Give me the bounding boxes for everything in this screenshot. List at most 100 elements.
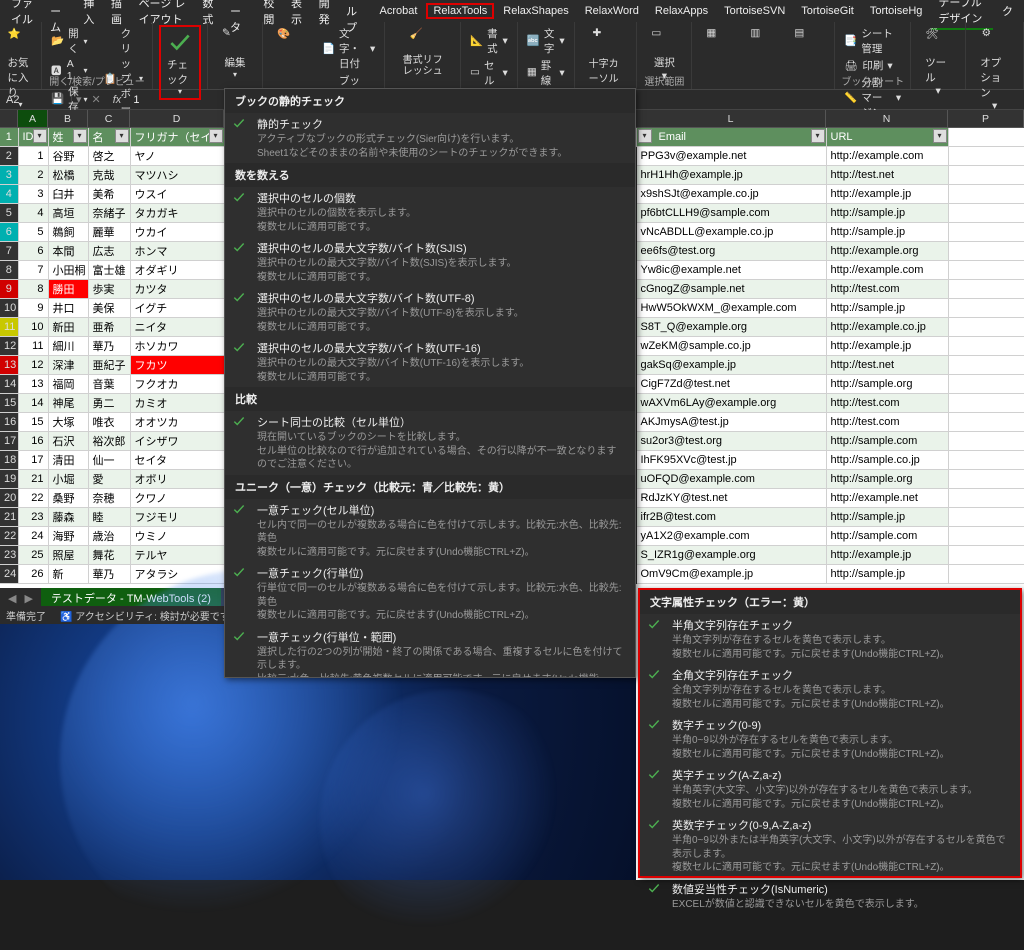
cell[interactable]: 9 [18, 299, 48, 318]
col-D[interactable]: D [130, 110, 224, 127]
cell[interactable]: http://test.com [826, 280, 948, 299]
menu-item[interactable]: ク [995, 1, 1020, 21]
menu-item[interactable]: RelaxApps [648, 3, 715, 19]
grid2-button[interactable]: ▥ [742, 25, 784, 57]
menu-item-uniq-row[interactable]: 一意チェック(行単位)行単位で同一のセルが複数ある場合に色を付けて示します。比較… [225, 562, 635, 626]
menu-item-cell-count[interactable]: 選択中のセルの個数選択中のセルの個数を表示します。複数セルに適用可能です。 [225, 187, 635, 237]
cell[interactable]: ホンマ [130, 242, 224, 261]
cell[interactable]: 仙一 [88, 451, 130, 470]
cell[interactable]: タカガキ [130, 204, 224, 223]
cell[interactable] [948, 432, 1024, 451]
cell[interactable] [948, 565, 1024, 584]
cell[interactable]: 井口 [48, 299, 88, 318]
cell[interactable]: su2or3@test.org [636, 432, 826, 451]
cell[interactable]: OmV9Cm@example.jp [636, 565, 826, 584]
cell[interactable]: http://example.jp [826, 546, 948, 565]
text-date-button[interactable]: 📄文字・日付▾ [319, 25, 378, 72]
cell[interactable]: 新田 [48, 318, 88, 337]
cell[interactable]: カミオ [130, 394, 224, 413]
ribbon-format-refresh[interactable]: 🧹書式リフレッシュ [385, 22, 461, 89]
menu-item-sheet-compare[interactable]: シート同士の比較（セル単位）現在開いているブックのシートを比較します。セル単位の… [225, 411, 635, 475]
hdr-furigana[interactable]: フリガナ（セイ）▾ [130, 128, 224, 147]
cell[interactable]: 広志 [88, 242, 130, 261]
hdr-mei[interactable]: 名▾ [88, 128, 130, 147]
menu-item[interactable]: TortoiseGit [794, 3, 861, 19]
filter-icon[interactable]: ▾ [638, 129, 652, 143]
cell[interactable]: 奈緒子 [88, 204, 130, 223]
text-button[interactable]: 🔤文字▾ [524, 25, 568, 57]
cell[interactable]: 華乃 [88, 565, 130, 584]
menu-item-maxchar-utf16[interactable]: 選択中のセルの最大文字数/バイト数(UTF-16)選択中のセルの最大文字数/バイ… [225, 337, 635, 387]
cell[interactable]: 歳治 [88, 527, 130, 546]
menu-item-static-check[interactable]: 静的チェックアクティブなブックの形式チェック(Sier向け)を行います。Shee… [225, 113, 635, 163]
cell[interactable]: 11 [18, 337, 48, 356]
cell[interactable]: 舞花 [88, 546, 130, 565]
cell[interactable]: vNcABDLL@example.co.jp [636, 223, 826, 242]
cell[interactable]: ホソカワ [130, 337, 224, 356]
cell[interactable]: 華乃 [88, 337, 130, 356]
cell[interactable]: 睦 [88, 508, 130, 527]
filter-icon[interactable]: ▾ [209, 129, 223, 143]
cell[interactable]: 16 [18, 432, 48, 451]
submenu-item[interactable]: 英字チェック(A-Z,a-z)半角英字(大文字、小文字)以外が存在するセルを黄色… [640, 764, 1020, 814]
cell[interactable]: http://sample.jp [826, 204, 948, 223]
cell[interactable]: 12 [18, 356, 48, 375]
cell[interactable]: wAXVm6LAy@example.org [636, 394, 826, 413]
cell[interactable]: 22 [0, 527, 18, 546]
filter-icon[interactable]: ▾ [933, 129, 947, 143]
cell-button[interactable]: ▭セル▾ [467, 57, 511, 89]
submenu-item[interactable]: 数値妥当性チェック(IsNumeric)EXCELが数値と認識できないセルを黄色… [640, 878, 1020, 915]
cell[interactable]: 谷野 [48, 147, 88, 166]
cell[interactable]: 5 [0, 204, 18, 223]
cell[interactable]: http://example.co.jp [826, 318, 948, 337]
cell[interactable]: フクオカ [130, 375, 224, 394]
cell[interactable]: 小田桐 [48, 261, 88, 280]
cell[interactable]: 7 [18, 261, 48, 280]
cell[interactable]: 歩実 [88, 280, 130, 299]
cell[interactable] [948, 242, 1024, 261]
cell[interactable]: 3 [18, 185, 48, 204]
cell[interactable]: 裕次郎 [88, 432, 130, 451]
col-N[interactable]: N [826, 110, 948, 127]
cell[interactable]: HwW5OkWXM_@example.com [636, 299, 826, 318]
cell[interactable]: イシザワ [130, 432, 224, 451]
cell[interactable]: 啓之 [88, 147, 130, 166]
cell[interactable] [948, 356, 1024, 375]
cell[interactable]: 深津 [48, 356, 88, 375]
cell[interactable]: 24 [18, 527, 48, 546]
cell[interactable]: http://test.net [826, 166, 948, 185]
submenu-item[interactable]: 半角文字列存在チェック半角文字列が存在するセルを黄色で表示します。複数セルに適用… [640, 614, 1020, 664]
submenu-item[interactable]: 全角文字列存在チェック全角文字列が存在するセルを黄色で表示します。複数セルに適用… [640, 664, 1020, 714]
hdr-url[interactable]: URL▾ [826, 128, 948, 147]
cell[interactable]: 麗華 [88, 223, 130, 242]
cell[interactable]: 桑野 [48, 489, 88, 508]
cell[interactable]: ヤノ [130, 147, 224, 166]
cell[interactable]: http://test.com [826, 394, 948, 413]
cell[interactable]: 11 [0, 318, 18, 337]
cell[interactable] [948, 185, 1024, 204]
cell[interactable]: 福岡 [48, 375, 88, 394]
cell[interactable] [948, 508, 1024, 527]
cell[interactable]: S_IZR1g@example.org [636, 546, 826, 565]
col-A[interactable]: A [18, 110, 48, 127]
cell[interactable] [948, 147, 1024, 166]
cell[interactable]: 13 [0, 356, 18, 375]
ribbon-favorites[interactable]: ⭐お気に入り▾ [0, 22, 42, 89]
cell[interactable]: 10 [18, 318, 48, 337]
filter-icon[interactable]: ▾ [73, 129, 87, 143]
cell[interactable]: 20 [0, 489, 18, 508]
edit-button[interactable]: ✎編集▾ [214, 25, 256, 81]
cell[interactable]: 10 [0, 299, 18, 318]
cell[interactable]: 14 [18, 394, 48, 413]
cell[interactable] [948, 546, 1024, 565]
cell[interactable]: イグチ [130, 299, 224, 318]
cell[interactable]: テルヤ [130, 546, 224, 565]
cell[interactable]: 唯衣 [88, 413, 130, 432]
cell[interactable]: 亜希 [88, 318, 130, 337]
cell[interactable]: 13 [18, 375, 48, 394]
cell[interactable] [948, 394, 1024, 413]
col-L[interactable]: L [636, 110, 826, 127]
submenu-item[interactable]: 英数字チェック(0-9,A-Z,a-z)半角0~9以外または半角英字(大文字、小… [640, 814, 1020, 878]
cell[interactable]: http://sample.org [826, 375, 948, 394]
cell[interactable]: 16 [0, 413, 18, 432]
